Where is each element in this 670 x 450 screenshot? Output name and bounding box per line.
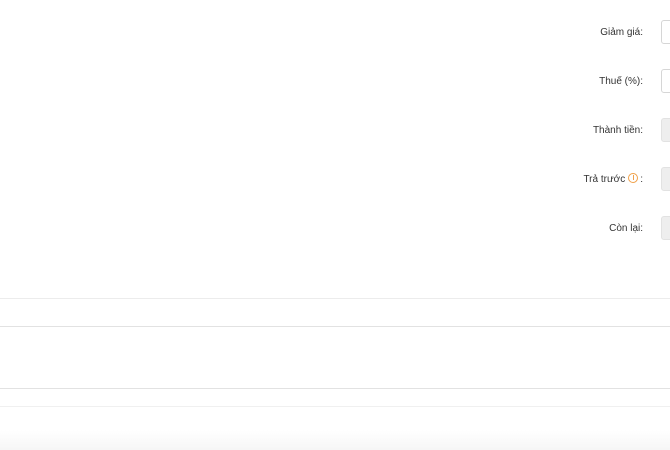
prepaid-input[interactable] — [661, 167, 670, 191]
discount-label: Giảm giá: — [600, 27, 643, 38]
discount-row: Giảm giá: — [0, 20, 670, 46]
footer-band — [0, 430, 670, 450]
remaining-label: Còn lại: — [609, 223, 643, 234]
tax-row: Thuế (%): — [0, 69, 670, 95]
order-summary-page: Giảm giá: Thuế (%): Thành tiền: Trả trướ… — [0, 0, 670, 450]
prepaid-label: Trả trước — [583, 174, 626, 185]
order-summary-panel: Giảm giá: Thuế (%): Thành tiền: Trả trướ… — [0, 0, 670, 260]
remaining-field — [661, 216, 670, 240]
tax-label: Thuế (%): — [599, 76, 643, 87]
section-divider — [0, 326, 670, 327]
discount-input[interactable] — [661, 20, 670, 44]
total-field — [661, 118, 670, 142]
remaining-row: Còn lại: — [0, 216, 670, 242]
tax-input[interactable] — [661, 69, 670, 93]
prepaid-label-group: Trả trước: — [583, 167, 643, 193]
total-label: Thành tiền: — [592, 125, 643, 136]
prepaid-row: Trả trước: — [0, 167, 670, 193]
total-row: Thành tiền: — [0, 118, 670, 144]
section-divider — [0, 388, 670, 389]
section-divider — [0, 406, 670, 407]
info-icon[interactable] — [628, 173, 639, 183]
section-divider — [0, 298, 670, 299]
prepaid-colon: : — [640, 174, 643, 185]
